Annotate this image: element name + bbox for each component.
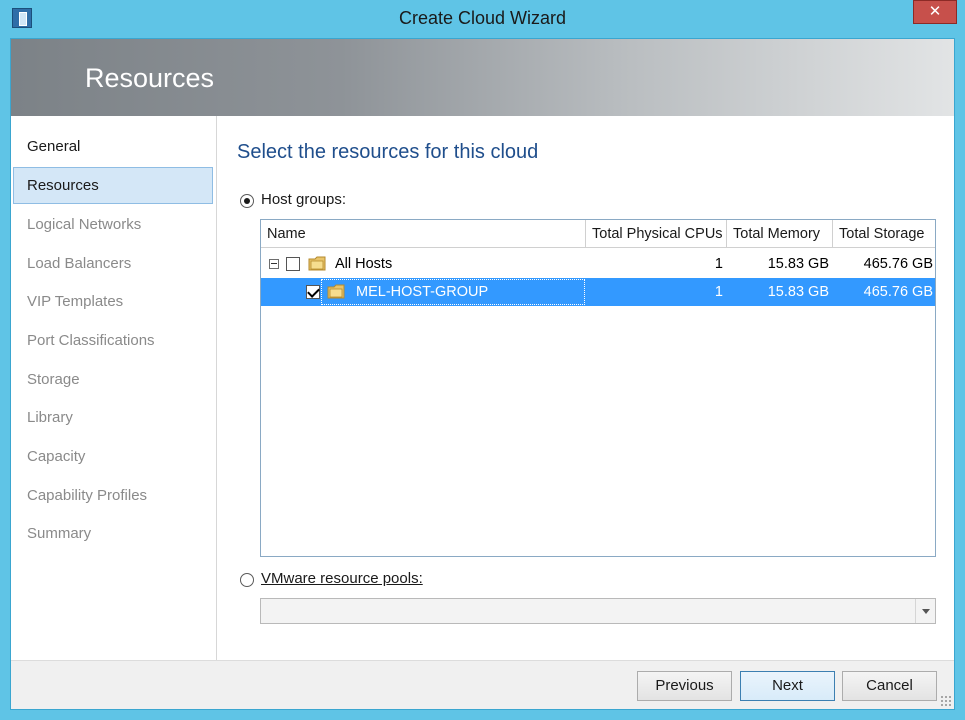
- row-memory: 15.83 GB: [767, 256, 829, 272]
- sidebar-item-capability-profiles[interactable]: Capability Profiles: [13, 477, 213, 514]
- previous-button[interactable]: Previous: [637, 671, 732, 701]
- sidebar-item-resources[interactable]: Resources: [13, 167, 213, 204]
- vmware-resource-pools-radio[interactable]: [240, 573, 254, 587]
- column-header-cpus[interactable]: Total Physical CPUs: [586, 220, 727, 248]
- host-groups-grid[interactable]: Name Total Physical CPUs Total Memory To…: [260, 219, 936, 557]
- table-row-selected[interactable]: MEL-HOST-GROUP 1 15.83 GB 465.76 GB: [261, 278, 935, 306]
- table-row[interactable]: All Hosts 1 15.83 GB 465.76 GB: [261, 250, 935, 278]
- sidebar-item-summary[interactable]: Summary: [13, 515, 213, 552]
- sidebar-item-storage[interactable]: Storage: [13, 361, 213, 398]
- host-groups-label[interactable]: Host groups:: [261, 191, 346, 208]
- column-header-storage[interactable]: Total Storage: [833, 220, 935, 248]
- window-title: Create Cloud Wizard: [398, 8, 567, 28]
- column-header-memory[interactable]: Total Memory: [727, 220, 833, 248]
- row-name: MEL-HOST-GROUP: [356, 284, 489, 300]
- title-bar[interactable]: Create Cloud Wizard ✕: [0, 0, 965, 38]
- page-title: Resources: [85, 63, 215, 93]
- row-cpus: 1: [714, 284, 723, 300]
- sidebar-item-general[interactable]: General: [13, 128, 213, 165]
- host-groups-radio[interactable]: [240, 194, 254, 208]
- sidebar-item-library[interactable]: Library: [13, 399, 213, 436]
- close-button[interactable]: ✕: [913, 0, 957, 24]
- section-heading: Select the resources for this cloud: [237, 141, 539, 163]
- sidebar-item-vip-templates[interactable]: VIP Templates: [13, 283, 213, 320]
- sidebar-item-capacity[interactable]: Capacity: [13, 438, 213, 475]
- column-header-name[interactable]: Name: [261, 220, 586, 248]
- sidebar-item-load-balancers[interactable]: Load Balancers: [13, 245, 213, 282]
- vmware-label-text: VMware resource pools:: [261, 570, 423, 587]
- chevron-down-icon[interactable]: [915, 599, 935, 623]
- wizard-steps-sidebar: General Resources Logical Networks Load …: [11, 116, 217, 660]
- grid-header: Name Total Physical CPUs Total Memory To…: [261, 220, 935, 248]
- row-storage: 465.76 GB: [863, 256, 933, 272]
- vmware-resource-pools-label[interactable]: VMware resource pools:: [261, 570, 423, 587]
- next-button[interactable]: Next: [740, 671, 835, 701]
- collapse-icon[interactable]: [269, 259, 279, 269]
- row-cpus: 1: [714, 256, 723, 272]
- all-hosts-checkbox[interactable]: [286, 257, 300, 271]
- wizard-client-area: Resources General Resources Logical Netw…: [10, 38, 955, 710]
- sidebar-item-logical-networks[interactable]: Logical Networks: [13, 206, 213, 243]
- wizard-footer: Previous Next Cancel: [11, 660, 954, 709]
- vmware-resource-pools-dropdown[interactable]: [260, 598, 936, 624]
- main-panel: Select the resources for this cloud Host…: [218, 116, 954, 660]
- sidebar-item-port-classifications[interactable]: Port Classifications: [13, 322, 213, 359]
- wizard-window: Create Cloud Wizard ✕ Resources General …: [0, 0, 965, 720]
- cancel-button[interactable]: Cancel: [842, 671, 937, 701]
- resize-grip-icon[interactable]: [940, 695, 952, 707]
- close-icon: ✕: [928, 3, 942, 20]
- mel-host-group-checkbox[interactable]: [306, 285, 320, 299]
- row-storage: 465.76 GB: [863, 284, 933, 300]
- row-name: All Hosts: [335, 256, 393, 272]
- page-banner: Resources: [11, 39, 954, 116]
- host-groups-label-text: Host groups:: [261, 191, 347, 208]
- row-memory: 15.83 GB: [767, 284, 829, 300]
- host-group-folder-icon: [308, 256, 326, 271]
